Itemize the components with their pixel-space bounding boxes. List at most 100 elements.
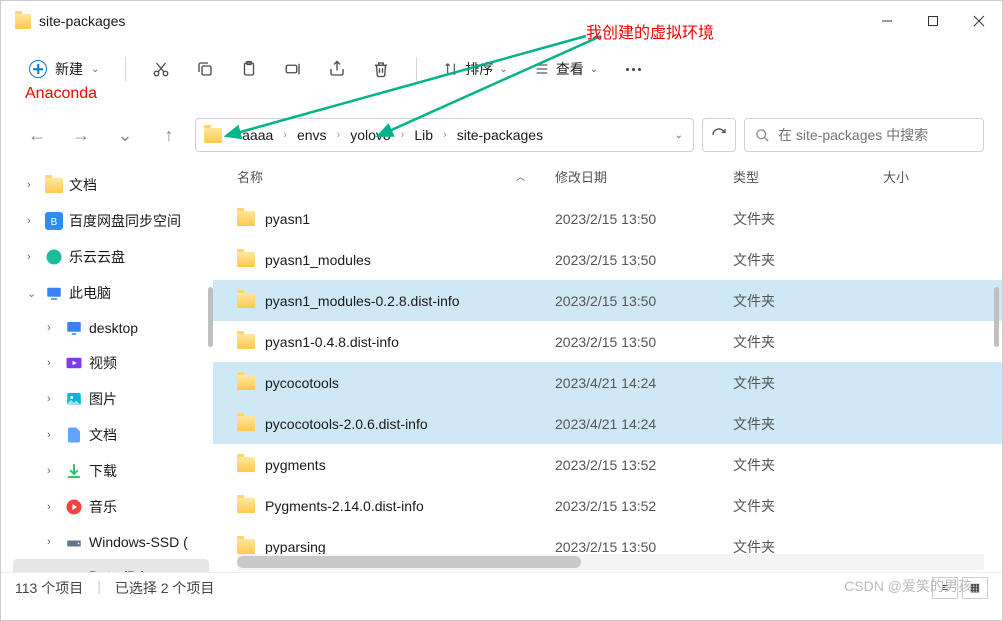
view-icon — [534, 61, 550, 77]
paste-icon[interactable] — [230, 50, 268, 88]
delete-icon[interactable] — [362, 50, 400, 88]
forward-button[interactable]: → — [63, 117, 99, 153]
chevron-icon: ⌄ — [27, 287, 39, 300]
status-count: 113 个项目 — [15, 578, 83, 598]
recent-dropdown-icon[interactable]: ⌄ — [675, 130, 683, 141]
chevron-icon: › — [47, 465, 59, 477]
file-name: pyasn1_modules — [265, 252, 371, 268]
file-date: 2023/2/15 13:52 — [555, 457, 733, 473]
sidebar-item-label: Data (D:) — [89, 568, 146, 572]
file-name: pygments — [265, 457, 326, 473]
breadcrumb-yolov8[interactable]: yolov8 — [344, 123, 396, 147]
breadcrumb-lib[interactable]: Lib — [408, 123, 439, 147]
sidebar-item-6[interactable]: ›图片 — [13, 381, 209, 417]
scrollbar-thumb[interactable] — [994, 287, 999, 347]
chevron-down-icon: ⌄ — [499, 64, 507, 75]
file-date: 2023/2/15 13:50 — [555, 293, 733, 309]
sidebar-item-7[interactable]: › 文档 — [13, 417, 209, 453]
back-button[interactable]: ← — [19, 117, 55, 153]
file-name: pyasn1 — [265, 211, 310, 227]
sidebar-item-0[interactable]: › 文档 — [13, 167, 209, 203]
minimize-button[interactable] — [864, 1, 910, 41]
file-row[interactable]: pycocotools2023/4/21 14:24文件夹 — [213, 362, 1002, 403]
file-date: 2023/2/15 13:50 — [555, 334, 733, 350]
file-row[interactable]: pyasn12023/2/15 13:50文件夹 — [213, 198, 1002, 239]
sidebar-item-8[interactable]: ›下载 — [13, 453, 209, 489]
file-row[interactable]: pyasn1_modules2023/2/15 13:50文件夹 — [213, 239, 1002, 280]
sidebar-item-5[interactable]: ›视频 — [13, 345, 209, 381]
sidebar-item-11[interactable]: › Data (D:) — [13, 559, 209, 572]
refresh-button[interactable] — [702, 118, 736, 152]
chevron-icon: › — [47, 429, 59, 441]
sidebar-item-label: 文档 — [69, 175, 97, 195]
breadcrumb-envs[interactable]: envs — [291, 123, 333, 147]
more-button[interactable] — [614, 50, 652, 88]
sidebar-item-2[interactable]: ›乐云云盘 — [13, 239, 209, 275]
drive-icon — [65, 567, 83, 572]
chevron-icon: › — [47, 393, 59, 405]
column-date[interactable]: 修改日期 — [555, 167, 733, 186]
sidebar-item-label: 视频 — [89, 353, 117, 373]
close-button[interactable] — [956, 1, 1002, 41]
view-label: 查看 — [556, 59, 584, 79]
sort-button[interactable]: 排序 ⌄ — [433, 53, 517, 85]
chevron-down-icon: ⌄ — [590, 64, 598, 75]
annotation-virtual-env: 我创建的虚拟环境 — [586, 19, 714, 43]
file-name: Pygments-2.14.0.dist-info — [265, 498, 424, 514]
maximize-button[interactable] — [910, 1, 956, 41]
window-icon — [15, 13, 31, 29]
file-type: 文件夹 — [733, 332, 883, 352]
chevron-icon: › — [47, 570, 59, 572]
sidebar-item-label: 此电脑 — [69, 283, 111, 303]
sidebar-item-label: desktop — [89, 320, 138, 336]
breadcrumb[interactable]: « aaaa› envs› yolov8› Lib› site-packages… — [195, 118, 694, 152]
rename-icon[interactable] — [274, 50, 312, 88]
chevron-icon: › — [47, 501, 59, 513]
breadcrumb-overflow[interactable]: « — [224, 129, 234, 141]
breadcrumb-sitepackages[interactable]: site-packages — [451, 123, 549, 147]
file-name: pyasn1-0.4.8.dist-info — [265, 334, 399, 350]
sidebar-item-1[interactable]: ›B百度网盘同步空间 — [13, 203, 209, 239]
chevron-down-icon: ⌄ — [91, 64, 99, 75]
file-name: pycocotools-2.0.6.dist-info — [265, 416, 428, 432]
file-row[interactable]: pygments2023/2/15 13:52文件夹 — [213, 444, 1002, 485]
new-label: 新建 — [55, 59, 83, 79]
sidebar-item-3[interactable]: ⌄ 此电脑 — [13, 275, 209, 311]
column-name[interactable]: 名称︿ — [237, 167, 555, 186]
file-date: 2023/2/15 13:50 — [555, 211, 733, 227]
file-name: pyasn1_modules-0.2.8.dist-info — [265, 293, 460, 309]
sidebar-item-label: 音乐 — [89, 497, 117, 517]
file-row[interactable]: pyasn1_modules-0.2.8.dist-info 2023/2/15 … — [213, 280, 1002, 321]
divider — [416, 57, 417, 81]
file-type: 文件夹 — [733, 373, 883, 393]
file-type: 文件夹 — [733, 496, 883, 516]
chevron-icon: › — [47, 322, 59, 334]
share-icon[interactable] — [318, 50, 356, 88]
view-button[interactable]: 查看 ⌄ — [524, 53, 608, 85]
up-button[interactable]: ⌄ — [107, 117, 143, 153]
copy-icon[interactable] — [186, 50, 224, 88]
file-row[interactable]: pycocotools-2.0.6.dist-info2023/4/21 14:… — [213, 403, 1002, 444]
status-selected: 已选择 2 个项目 — [115, 578, 215, 598]
desktop-icon — [65, 319, 83, 337]
sidebar-item-10[interactable]: ›Windows-SSD ( — [13, 525, 209, 559]
chevron-icon: › — [27, 179, 39, 191]
column-type[interactable]: 类型 — [733, 167, 883, 186]
column-size[interactable]: 大小 — [883, 167, 984, 186]
new-button[interactable]: 新建 ⌄ — [19, 53, 109, 85]
cut-icon[interactable] — [142, 50, 180, 88]
folder-icon — [237, 416, 255, 431]
file-date: 2023/2/15 13:50 — [555, 539, 733, 555]
folder-icon — [237, 334, 255, 349]
file-row[interactable]: Pygments-2.14.0.dist-info2023/2/15 13:52… — [213, 485, 1002, 526]
breadcrumb-aaaa[interactable]: aaaa — [236, 123, 279, 147]
up-dir-button[interactable]: ↑ — [151, 117, 187, 153]
sidebar-item-9[interactable]: › 音乐 — [13, 489, 209, 525]
sidebar-item-4[interactable]: › desktop — [13, 311, 209, 345]
file-row[interactable]: pyparsing2023/2/15 13:50文件夹 — [213, 526, 1002, 554]
sidebar-item-label: 文档 — [89, 425, 117, 445]
horizontal-scrollbar[interactable] — [237, 554, 984, 570]
file-row[interactable]: pyasn1-0.4.8.dist-info 2023/2/15 13:50文件夹 — [213, 321, 1002, 362]
search-box[interactable] — [744, 118, 984, 152]
search-input[interactable] — [778, 127, 973, 143]
